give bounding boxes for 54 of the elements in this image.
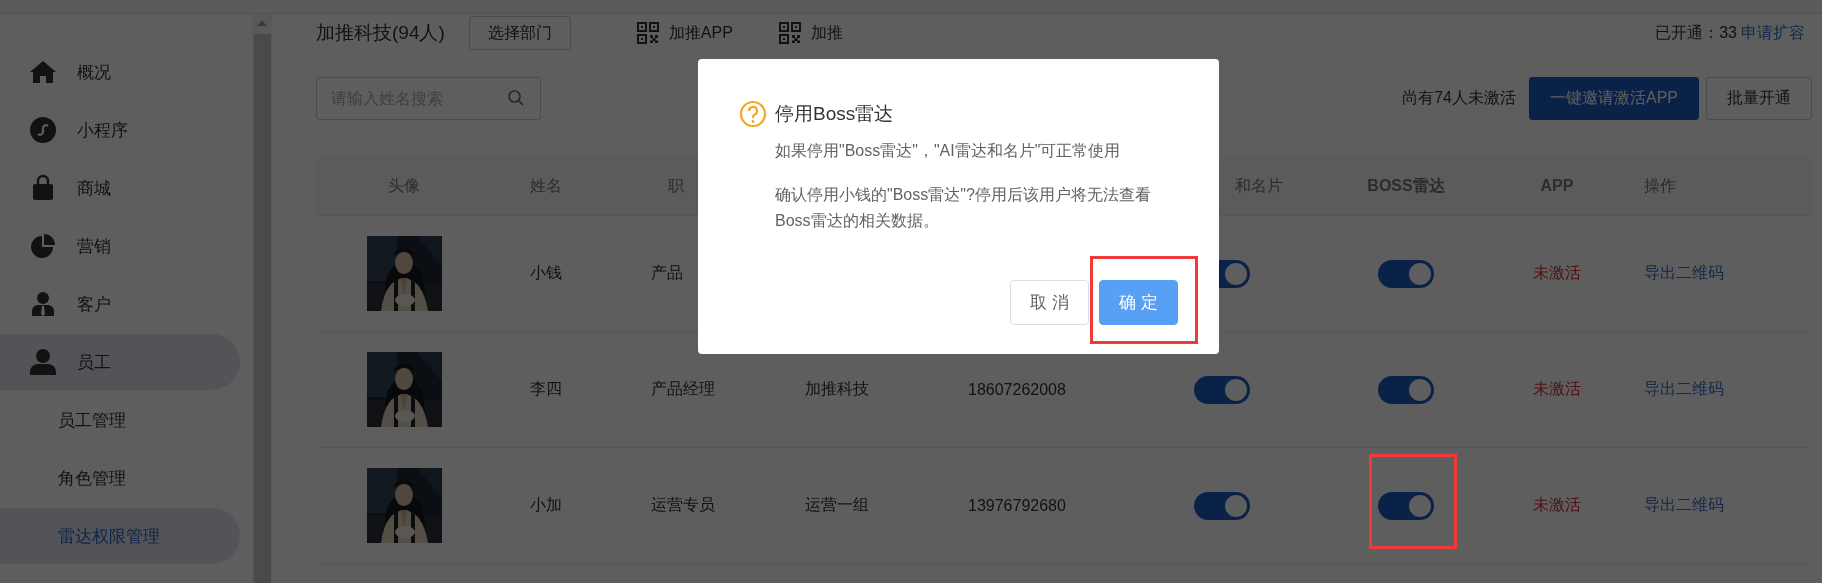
- nav-item[interactable]: 员工: [0, 334, 240, 390]
- submenu-item[interactable]: 员工管理: [0, 392, 240, 448]
- table-cell-text: 产品经理: [651, 379, 715, 399]
- table-cell-text: 小钱: [530, 263, 562, 283]
- qr-code-icon: [778, 22, 801, 44]
- qr-link[interactable]: 加推: [778, 22, 843, 44]
- table-cell-text: 加推科技: [805, 379, 869, 399]
- inactive-count-text: 尚有74人未激活: [1402, 88, 1516, 108]
- qr-code-icon: [636, 22, 659, 44]
- export-qr-link[interactable]: 导出二维码: [1644, 379, 1724, 400]
- status-text: 未激活: [1533, 263, 1581, 283]
- invite-button[interactable]: 一键邀请激活APP: [1529, 77, 1699, 120]
- person-tie-icon: [29, 290, 57, 318]
- nav-item[interactable]: 概况: [0, 44, 240, 100]
- search-icon: [507, 89, 525, 107]
- submenu-item[interactable]: 雷达权限管理: [0, 508, 240, 564]
- table-cell-text: 产品: [651, 263, 683, 283]
- table-cell: 13976792680: [968, 496, 1066, 515]
- house-icon: [29, 58, 57, 86]
- nav-item[interactable]: 客户: [0, 276, 240, 332]
- toggle-switch[interactable]: [1378, 259, 1434, 288]
- toggle-switch[interactable]: [1194, 491, 1250, 520]
- question-icon: [739, 100, 767, 128]
- confirm-button[interactable]: 确 定: [1099, 280, 1178, 325]
- toggle-switch[interactable]: [1378, 491, 1434, 520]
- table-cell-text: 李四: [530, 379, 562, 399]
- nav-item[interactable]: 商城: [0, 160, 240, 216]
- table-cell-text: 小加: [530, 495, 562, 515]
- toggle-switch[interactable]: [1194, 375, 1250, 404]
- pie-chart-icon: [29, 232, 57, 260]
- expand-link[interactable]: 申请扩容: [1741, 22, 1805, 44]
- nav-item[interactable]: 小程序: [0, 102, 240, 158]
- toggle-switch[interactable]: [1378, 375, 1434, 404]
- dialog-title: 停用Boss雷达: [775, 102, 894, 126]
- nav-item[interactable]: 营销: [0, 218, 240, 274]
- department-button[interactable]: 选择部门: [468, 16, 571, 50]
- batch-open-button[interactable]: 批量开通: [1706, 77, 1812, 120]
- dialog-message: 确认停用小钱的"Boss雷达"?停用后该用户将无法查看Boss雷达的相关数据。: [775, 185, 1152, 231]
- table-cell-text: 运营专员: [651, 495, 715, 515]
- submenu-item[interactable]: 角色管理: [0, 450, 240, 506]
- export-qr-link[interactable]: 导出二维码: [1644, 495, 1724, 516]
- dialog-message: 如果停用"Boss雷达"，"AI雷达和名片"可正常使用: [775, 141, 1122, 161]
- scroll-up-arrow-icon: [257, 20, 267, 26]
- export-qr-link[interactable]: 导出二维码: [1644, 263, 1724, 284]
- table-cell-text: 运营一组: [805, 495, 869, 515]
- link-circle-icon: [29, 116, 57, 144]
- person-icon: [29, 348, 57, 376]
- company-title: 加推科技(94人): [316, 21, 445, 45]
- table-cell: 18607262008: [968, 380, 1066, 399]
- status-text: 未激活: [1533, 495, 1581, 515]
- quota-text: 已开通：33: [1655, 22, 1737, 43]
- qr-link[interactable]: 加推APP: [636, 22, 733, 44]
- cancel-button[interactable]: 取 消: [1010, 280, 1089, 325]
- status-text: 未激活: [1533, 379, 1581, 399]
